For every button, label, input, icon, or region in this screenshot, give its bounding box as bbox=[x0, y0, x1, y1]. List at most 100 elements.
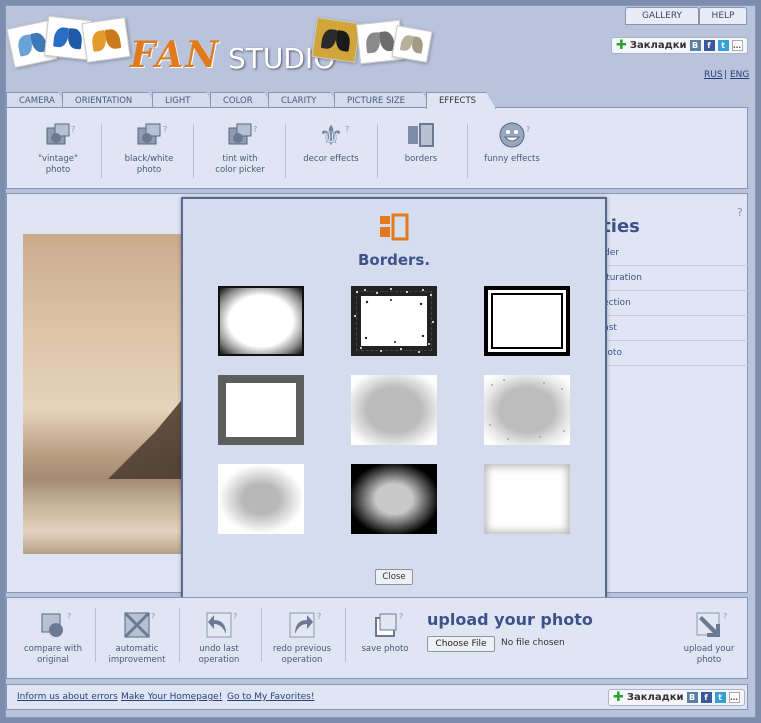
lang-eng-link[interactable]: ENG bbox=[730, 70, 749, 80]
butterfly-photo-icon bbox=[81, 17, 131, 63]
help-mark[interactable]: ? bbox=[737, 206, 743, 219]
compare-original-tool[interactable]: compare with original bbox=[13, 610, 93, 666]
tint-icon bbox=[225, 120, 255, 150]
facebook-icon[interactable]: f bbox=[700, 692, 712, 703]
vintage-photo-tool[interactable]: "vintage" photo bbox=[18, 120, 98, 176]
border-option-blur-light[interactable] bbox=[218, 464, 304, 534]
more-icon[interactable]: … bbox=[731, 40, 743, 51]
effects-toolbar: "vintage" photo ? black/white photo ? tint… bbox=[6, 107, 748, 189]
borders-label: borders bbox=[404, 154, 438, 164]
help-button[interactable]: HELP bbox=[699, 7, 747, 25]
compare-label-2: original bbox=[37, 655, 69, 665]
redo-tool[interactable]: redo previous operation bbox=[262, 610, 342, 666]
magic-arrows-icon bbox=[122, 610, 152, 640]
auto-improvement-tool[interactable]: automatic improvement bbox=[97, 610, 177, 666]
help-mark[interactable]: ? bbox=[163, 125, 167, 134]
border-option-gray-frame[interactable] bbox=[218, 375, 304, 445]
side-item[interactable]: saturation bbox=[596, 266, 748, 291]
tab-orientation[interactable]: ORIENTATION bbox=[62, 92, 158, 108]
tint-color-picker-tool[interactable]: tint with color picker bbox=[200, 120, 280, 176]
divider bbox=[467, 124, 468, 178]
border-option-noise-dark[interactable] bbox=[351, 286, 437, 356]
help-mark[interactable]: ? bbox=[67, 612, 71, 621]
auto-label-1: automatic bbox=[115, 644, 159, 654]
side-item[interactable]: trast bbox=[596, 316, 748, 341]
border-option-inner-shadow[interactable] bbox=[484, 464, 570, 534]
smiley-icon bbox=[497, 120, 527, 150]
tab-camera[interactable]: CAMERA bbox=[6, 92, 68, 108]
plus-icon: ✚ bbox=[616, 38, 627, 53]
undo-tool[interactable]: undo last operation bbox=[179, 610, 259, 666]
help-mark[interactable]: ? bbox=[317, 612, 321, 621]
black-white-photo-tool[interactable]: black/white photo bbox=[109, 120, 189, 176]
more-icon[interactable]: … bbox=[728, 692, 740, 703]
footer: Inform us about errors Make Your Homepag… bbox=[6, 684, 748, 710]
help-mark[interactable]: ? bbox=[151, 612, 155, 621]
vintage-icon bbox=[43, 120, 73, 150]
funny-effects-tool[interactable]: funny effects bbox=[472, 120, 552, 165]
gallery-button[interactable]: GALLERY bbox=[625, 7, 699, 25]
undo-label-2: operation bbox=[198, 655, 240, 665]
bookmarks-label: Закладки bbox=[629, 40, 687, 51]
save-photo-tool[interactable]: save photo bbox=[345, 610, 425, 655]
border-option-soft-gray[interactable] bbox=[351, 375, 437, 445]
close-button[interactable]: Close bbox=[375, 569, 413, 585]
fleur-de-lis-icon: ⚜ bbox=[318, 118, 344, 152]
tint-label-2: color picker bbox=[215, 165, 265, 175]
bookmarks-widget-footer[interactable]: ✚ Закладки B f t … bbox=[608, 689, 745, 706]
upload-label-2: photo bbox=[696, 655, 722, 665]
upload-photo-tool[interactable]: upload your photo bbox=[669, 610, 749, 666]
vk-icon[interactable]: B bbox=[686, 692, 698, 703]
help-mark[interactable]: ? bbox=[233, 612, 237, 621]
black-white-icon bbox=[134, 120, 164, 150]
facebook-icon[interactable]: f bbox=[703, 40, 715, 51]
undo-label-1: undo last bbox=[199, 644, 239, 654]
upload-title: upload your photo bbox=[427, 610, 593, 629]
borders-orange-icon bbox=[379, 213, 411, 246]
help-mark[interactable]: ? bbox=[526, 125, 530, 134]
help-mark[interactable]: ? bbox=[71, 125, 75, 134]
bottom-toolbar: compare with original ? automatic improvem… bbox=[6, 597, 748, 679]
borders-icon bbox=[406, 120, 436, 150]
lang-rus-link[interactable]: RUS bbox=[704, 70, 723, 80]
help-mark[interactable]: ? bbox=[399, 612, 403, 621]
divider bbox=[285, 124, 286, 178]
border-option-blur-dark[interactable] bbox=[351, 464, 437, 534]
no-file-text: No file chosen bbox=[501, 638, 565, 648]
bookmarks-widget[interactable]: ✚ Закладки B f t … bbox=[611, 37, 748, 54]
tab-picture-size[interactable]: PICTURE SIZE bbox=[334, 92, 432, 108]
auto-label-2: improvement bbox=[108, 655, 166, 665]
tab-bar: CAMERA ORIENTATION LIGHT COLOR CLARITY P… bbox=[6, 92, 490, 108]
tab-effects[interactable]: EFFECTS bbox=[426, 92, 496, 109]
logo[interactable]: FAN STUDIO bbox=[6, 12, 438, 80]
side-item[interactable]: rrection bbox=[596, 291, 748, 316]
choose-file-button[interactable]: Choose File bbox=[427, 636, 495, 652]
photo-preview bbox=[23, 234, 193, 554]
favorites-link[interactable]: Go to My Favorites! bbox=[227, 692, 314, 702]
tab-color[interactable]: COLOR bbox=[210, 92, 274, 108]
side-item[interactable]: photo bbox=[596, 341, 748, 366]
tab-light[interactable]: LIGHT bbox=[152, 92, 216, 108]
border-option-dark-vignette[interactable] bbox=[218, 286, 304, 356]
border-option-double-line[interactable] bbox=[484, 286, 570, 356]
plus-icon: ✚ bbox=[613, 690, 624, 705]
twitter-icon[interactable]: t bbox=[714, 692, 726, 703]
report-errors-link[interactable]: Inform us about errors bbox=[17, 692, 118, 702]
decor-effects-tool[interactable]: ⚜ decor effects bbox=[291, 118, 371, 165]
borders-tool[interactable]: borders bbox=[381, 120, 461, 165]
tab-clarity[interactable]: CLARITY bbox=[268, 92, 340, 108]
upload-label-1: upload your bbox=[683, 644, 735, 654]
make-homepage-link[interactable]: Make Your Homepage! bbox=[121, 692, 222, 702]
help-mark[interactable]: ? bbox=[723, 612, 727, 621]
side-item[interactable]: older bbox=[596, 241, 748, 266]
border-option-noise-light[interactable] bbox=[484, 375, 570, 445]
help-mark[interactable]: ? bbox=[345, 125, 349, 134]
butterfly-photo-icon bbox=[391, 25, 433, 63]
divider bbox=[95, 608, 96, 662]
vk-icon[interactable]: B bbox=[689, 40, 701, 51]
logo-fan-text: FAN bbox=[130, 34, 221, 76]
compare-icon bbox=[38, 610, 68, 640]
lang-separator: | bbox=[724, 70, 728, 80]
twitter-icon[interactable]: t bbox=[717, 40, 729, 51]
help-mark[interactable]: ? bbox=[253, 125, 257, 134]
